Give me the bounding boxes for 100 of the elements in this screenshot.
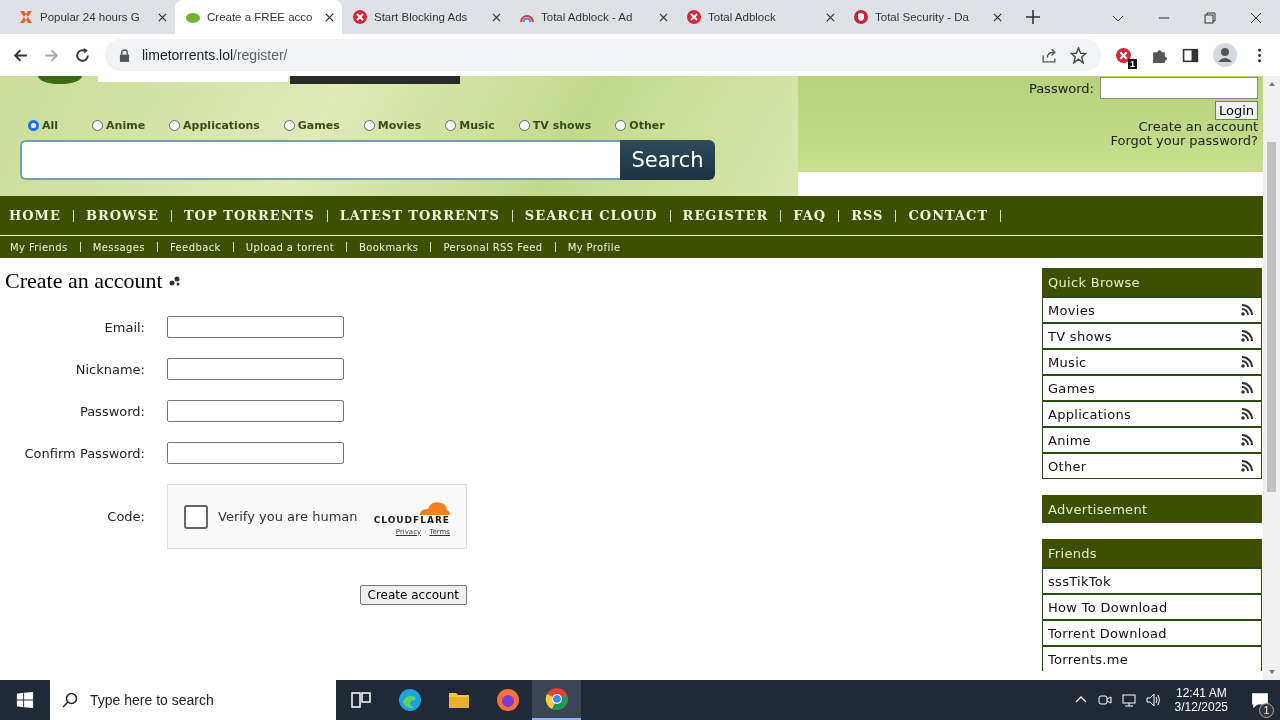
checkbox[interactable] bbox=[184, 504, 208, 529]
search-field[interactable] bbox=[20, 140, 620, 180]
close-icon[interactable] bbox=[659, 12, 668, 22]
rss-icon[interactable] bbox=[1241, 356, 1253, 368]
category-label: Other bbox=[629, 119, 665, 132]
radio-button[interactable] bbox=[615, 120, 627, 131]
profile-icon[interactable] bbox=[1213, 43, 1237, 67]
nav-link[interactable]: TOP TORRENTS bbox=[183, 208, 315, 223]
panel-header: Advertisement bbox=[1042, 495, 1262, 523]
scrollbar[interactable] bbox=[1263, 76, 1280, 680]
input-field[interactable] bbox=[167, 400, 344, 422]
subnav-link[interactable]: Feedback bbox=[169, 241, 221, 253]
close-icon[interactable] bbox=[993, 12, 1002, 22]
restore-icon[interactable] bbox=[1204, 12, 1216, 24]
category-label: TV shows bbox=[532, 119, 592, 132]
subnav-link[interactable]: Bookmarks bbox=[358, 241, 419, 253]
rss-icon[interactable] bbox=[1241, 408, 1253, 420]
browser-tab[interactable]: Create a FREE acco bbox=[175, 0, 342, 34]
clock-date[interactable]: 3/12/2025 bbox=[1174, 700, 1228, 714]
subnav-link[interactable]: Messages bbox=[92, 241, 145, 253]
category-link[interactable]: Applications bbox=[1042, 400, 1262, 426]
nav-link[interactable]: HOME bbox=[9, 208, 61, 223]
category-link[interactable]: Anime bbox=[1042, 426, 1262, 452]
category-label: Applications bbox=[183, 119, 260, 132]
input-field[interactable] bbox=[167, 316, 344, 338]
friend-link[interactable]: sssTikTok bbox=[1042, 567, 1262, 593]
close-icon[interactable] bbox=[1250, 12, 1262, 24]
nav-link[interactable]: CONTACT bbox=[908, 208, 989, 223]
subnav-link[interactable]: My Friends bbox=[10, 241, 68, 253]
rss-icon[interactable] bbox=[1241, 330, 1253, 342]
radio-button[interactable] bbox=[363, 120, 375, 131]
category-link[interactable]: Other bbox=[1042, 452, 1262, 479]
category-link[interactable]: Movies bbox=[1042, 296, 1262, 322]
nav-link[interactable]: SEARCH CLOUD bbox=[524, 208, 658, 223]
radio-button[interactable] bbox=[283, 120, 295, 131]
stop-sign-icon bbox=[686, 9, 702, 25]
subnav-link[interactable]: Upload a torrent bbox=[245, 241, 334, 253]
field-label: Code: bbox=[107, 509, 145, 524]
friend-link[interactable]: How To Download bbox=[1042, 593, 1262, 619]
network-icon[interactable] bbox=[1120, 692, 1137, 708]
radio-button[interactable] bbox=[445, 120, 457, 131]
close-icon[interactable] bbox=[826, 12, 835, 22]
category-link[interactable]: Games bbox=[1042, 374, 1262, 400]
close-icon[interactable] bbox=[158, 12, 167, 22]
star-icon[interactable] bbox=[1070, 46, 1087, 64]
radio-button[interactable] bbox=[28, 120, 39, 131]
new-tab-icon[interactable] bbox=[1026, 10, 1040, 24]
rss-icon[interactable] bbox=[1241, 460, 1253, 472]
category-label: All bbox=[42, 119, 59, 132]
browser-tab[interactable]: Total Adblock bbox=[676, 0, 843, 34]
create-account-button[interactable]: Create account bbox=[359, 585, 467, 605]
nav-link[interactable]: BROWSE bbox=[85, 208, 159, 223]
nav-link[interactable]: FAQ bbox=[793, 208, 827, 223]
friend-link[interactable]: Torrents.me bbox=[1042, 645, 1262, 671]
create-account-link[interactable]: Create an account bbox=[1138, 120, 1258, 134]
browser-tab[interactable]: Start Blocking Ads bbox=[342, 0, 509, 34]
extension-button[interactable]: 1 bbox=[1115, 46, 1137, 69]
shield-icon bbox=[853, 9, 869, 25]
nav-link[interactable]: LATEST TORRENTS bbox=[339, 208, 500, 223]
reload-icon[interactable] bbox=[74, 46, 91, 64]
notification-count: 1 bbox=[1259, 703, 1274, 718]
close-icon[interactable] bbox=[325, 12, 334, 22]
nav-link[interactable]: RSS bbox=[851, 208, 884, 223]
browser-tab[interactable]: Popular 24 hours G bbox=[8, 0, 175, 34]
browser-tab[interactable]: Total Adblock - Ad bbox=[509, 0, 676, 34]
login-button[interactable]: Login bbox=[1214, 101, 1258, 120]
lock-icon bbox=[119, 48, 130, 62]
clock-time[interactable]: 12:41 AM bbox=[1175, 686, 1227, 700]
search-button[interactable]: Search bbox=[620, 140, 715, 180]
notification-button[interactable]: 1 bbox=[1240, 682, 1280, 718]
share-icon[interactable] bbox=[1041, 46, 1058, 64]
password-field[interactable] bbox=[1100, 77, 1258, 99]
address-bar[interactable]: limetorrents.lol/register/ bbox=[105, 39, 1101, 71]
windows-start-icon[interactable] bbox=[16, 691, 34, 709]
speaker-icon[interactable] bbox=[1144, 692, 1161, 708]
close-icon[interactable] bbox=[492, 12, 501, 22]
category-link[interactable]: TV shows bbox=[1042, 322, 1262, 348]
radio-button[interactable] bbox=[92, 120, 104, 131]
subnav-link[interactable]: Personal RSS Feed bbox=[443, 241, 543, 253]
input-field[interactable] bbox=[167, 442, 344, 464]
camera-icon[interactable] bbox=[1096, 692, 1113, 708]
field-label: Nickname: bbox=[75, 361, 145, 377]
browser-icon bbox=[397, 688, 422, 712]
taskbar-app[interactable] bbox=[532, 680, 581, 720]
radio-button[interactable] bbox=[169, 120, 181, 131]
friend-link[interactable]: Torrent Download bbox=[1042, 619, 1262, 645]
rss-icon[interactable] bbox=[1241, 304, 1253, 316]
radio-button[interactable] bbox=[518, 120, 530, 131]
browser-tab[interactable]: Total Security - Da bbox=[843, 0, 1010, 34]
input-field[interactable] bbox=[167, 358, 344, 380]
subnav-link[interactable]: My Profile bbox=[567, 241, 621, 253]
taskbar-search-field[interactable]: Type here to search bbox=[50, 680, 336, 720]
rss-icon[interactable] bbox=[1241, 382, 1253, 394]
stop-sign-icon bbox=[1115, 46, 1132, 64]
forgot-password-link[interactable]: Forgot your password? bbox=[1110, 134, 1258, 148]
password-label: Password: bbox=[1028, 80, 1094, 96]
side-panel-icon[interactable] bbox=[1182, 46, 1199, 64]
nav-link[interactable]: REGISTER bbox=[682, 208, 769, 223]
rss-icon[interactable] bbox=[1241, 434, 1253, 446]
category-link[interactable]: Music bbox=[1042, 348, 1262, 374]
